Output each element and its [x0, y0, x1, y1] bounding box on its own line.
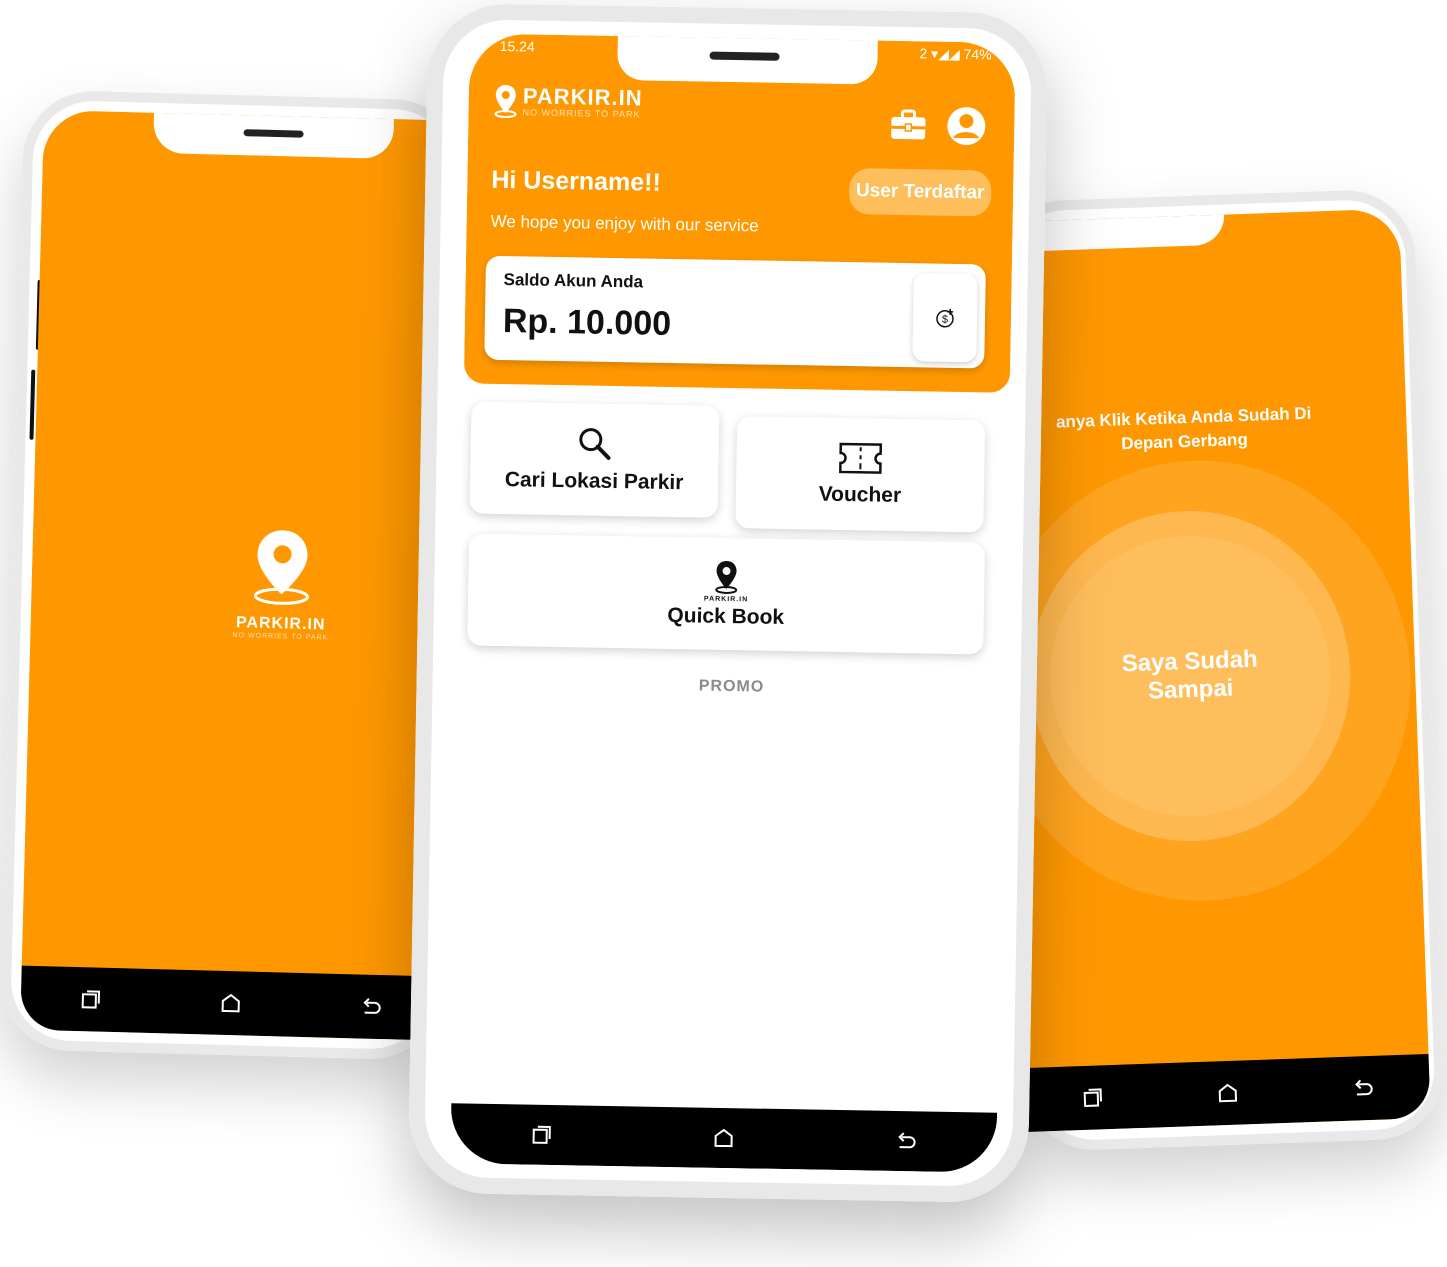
- greeting-subtitle: We hope you enjoy with our service: [490, 211, 759, 236]
- location-pin-icon: [494, 85, 517, 119]
- arrived-button-line2: Sampai: [1147, 674, 1234, 705]
- user-status-badge[interactable]: User Terdaftar: [848, 168, 992, 217]
- home-header: 15.24 2 ▾◢◢ 74% PARKIR.IN NO WORRIES TO …: [463, 33, 1016, 393]
- back-icon[interactable]: [358, 994, 383, 1019]
- brand-logo: PARKIR.IN NO WORRIES TO PARK: [492, 83, 643, 121]
- center-phone: 15.24 2 ▾◢◢ 74% PARKIR.IN NO WORRIES TO …: [407, 2, 1049, 1204]
- back-icon[interactable]: [1350, 1076, 1375, 1101]
- greeting: Hi Username!!: [491, 165, 662, 197]
- brand-tagline: NO WORRIES TO PARK: [522, 107, 641, 120]
- dollar-plus-icon: $: [936, 308, 954, 328]
- promo-section-title: PROMO: [698, 677, 765, 696]
- recent-apps-icon[interactable]: [529, 1123, 553, 1147]
- home-screen: 15.24 2 ▾◢◢ 74% PARKIR.IN NO WORRIES TO …: [450, 33, 1016, 1173]
- arrival-prompt: anya Klik Ketika Anda Sudah Di Depan Ger…: [1001, 400, 1367, 461]
- location-pin-icon: [253, 530, 309, 605]
- back-icon[interactable]: [893, 1129, 917, 1153]
- navigation-bar: [20, 965, 442, 1041]
- recent-apps-icon[interactable]: [1080, 1085, 1105, 1110]
- right-phone: anya Klik Ketika Anda Sudah Di Depan Ger…: [993, 187, 1447, 1153]
- navigation-bar: [450, 1103, 998, 1173]
- brand-name: PARKIR.IN: [522, 83, 643, 111]
- recent-apps-icon[interactable]: [79, 987, 104, 1012]
- status-time: 15.24: [499, 37, 535, 55]
- voucher-label: Voucher: [818, 482, 902, 508]
- balance-card: Saldo Akun Anda Rp. 10.000 $: [484, 255, 986, 369]
- left-phone: PARKIR.IN NO WORRIES TO PARK: [0, 89, 465, 1061]
- search-parking-button[interactable]: Cari Lokasi Parkir: [469, 401, 720, 518]
- quick-book-button[interactable]: PARKIR.IN Quick Book: [467, 533, 986, 655]
- header-actions: [888, 105, 987, 147]
- topup-button[interactable]: $: [912, 273, 978, 363]
- balance-label: Saldo Akun Anda: [503, 270, 644, 292]
- splash-screen: PARKIR.IN NO WORRIES TO PARK: [20, 109, 464, 1041]
- search-parking-label: Cari Lokasi Parkir: [504, 468, 684, 495]
- home-icon[interactable]: [711, 1126, 735, 1150]
- home-icon[interactable]: [218, 991, 243, 1016]
- voucher-button[interactable]: Voucher: [735, 416, 986, 533]
- briefcase-icon[interactable]: [888, 105, 929, 146]
- account-icon[interactable]: [946, 106, 987, 147]
- arrival-screen: anya Klik Ketika Anda Sudah Di Depan Ger…: [994, 208, 1431, 1133]
- splash-logo: PARKIR.IN NO WORRIES TO PARK: [210, 524, 353, 642]
- quick-book-logo-text: PARKIR.IN: [703, 595, 749, 603]
- quick-book-label: Quick Book: [667, 603, 785, 629]
- location-pin-icon: [715, 560, 738, 594]
- status-indicators: 2 ▾◢◢ 74%: [919, 45, 992, 63]
- speaker: [709, 51, 780, 61]
- balance-value: Rp. 10.000: [502, 302, 672, 343]
- search-icon: [579, 428, 611, 460]
- arrived-button-line1: Saya Sudah: [1121, 645, 1259, 678]
- home-icon[interactable]: [1215, 1081, 1240, 1106]
- ticket-icon: [839, 442, 883, 474]
- svg-text:$: $: [942, 314, 948, 326]
